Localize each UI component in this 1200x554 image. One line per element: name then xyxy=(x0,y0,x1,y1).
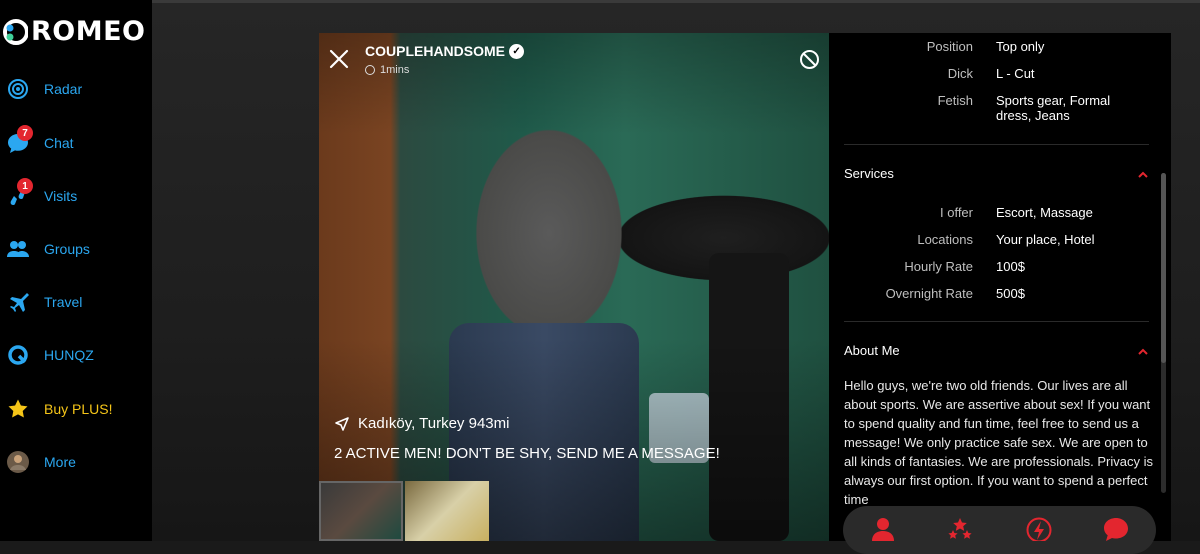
detail-key: Dick xyxy=(947,66,973,81)
detail-key: I offer xyxy=(939,205,973,220)
profile-details-panel[interactable]: Position Top only Dick L - Cut Fetish Sp… xyxy=(829,33,1171,541)
profile-username: COUPLEHANDSOME ✓ xyxy=(365,43,525,59)
sidebar-item-radar[interactable]: Radar xyxy=(0,72,152,106)
message-icon[interactable] xyxy=(1102,516,1130,541)
romeo-logo-icon xyxy=(3,18,28,45)
sidebar-item-hunqz[interactable]: HUNQZ xyxy=(0,338,152,372)
sidebar-item-label: Travel xyxy=(44,294,83,310)
sidebar-item-travel[interactable]: Travel xyxy=(0,285,152,319)
last-seen-text: 1mins xyxy=(380,64,410,76)
username-text: COUPLEHANDSOME xyxy=(365,43,506,59)
location-arrow-icon xyxy=(335,416,349,431)
about-text: Hello guys, we're two old friends. Our l… xyxy=(844,378,1154,507)
top-edge xyxy=(152,0,1200,3)
profile-photo[interactable] xyxy=(319,33,829,541)
scrollbar-thumb[interactable] xyxy=(1161,173,1166,363)
detail-value: Top only xyxy=(996,39,1045,54)
detail-value: L - Cut xyxy=(996,66,1035,81)
detail-key: Fetish xyxy=(937,93,973,108)
detail-value: 500$ xyxy=(996,286,1025,301)
profile-headline: 2 ACTIVE MEN! DON'T BE SHY, SEND ME A ME… xyxy=(334,445,720,462)
detail-value: Sports gear, Formal dress, Jeans xyxy=(996,93,1111,123)
photo-gradient xyxy=(319,33,829,541)
sidebar-item-label: Radar xyxy=(44,81,83,97)
profile-location: Kadıköy, Turkey 943mi xyxy=(334,415,509,432)
detail-value: 100$ xyxy=(996,259,1025,274)
photo-thumbnail[interactable] xyxy=(319,481,403,541)
app-name: ROMEO xyxy=(31,16,146,47)
star-icon xyxy=(6,397,30,421)
chevron-up-icon[interactable] xyxy=(1137,169,1149,181)
location-text: Kadıköy, Turkey 943mi xyxy=(358,415,510,432)
sidebar-item-chat[interactable]: 7 Chat xyxy=(0,125,152,160)
sidebar-item-label: More xyxy=(44,454,76,470)
detail-value: Your place, Hotel xyxy=(996,232,1095,247)
sidebar: ROMEO Radar 7 Chat 1 Visits Groups Trave… xyxy=(0,0,152,541)
plane-icon xyxy=(6,290,30,314)
visits-badge: 1 xyxy=(17,178,33,194)
sidebar-item-label: Buy PLUS! xyxy=(44,401,113,417)
verified-icon: ✓ xyxy=(509,43,525,59)
detail-value: Escort, Massage xyxy=(996,205,1093,220)
hunqz-icon xyxy=(6,343,30,367)
chat-icon: 7 xyxy=(6,125,33,155)
radar-icon xyxy=(6,77,30,101)
clock-icon xyxy=(365,65,375,75)
detail-key: Hourly Rate xyxy=(904,259,973,274)
sidebar-item-label: Groups xyxy=(44,241,90,257)
sidebar-item-label: Visits xyxy=(44,188,78,204)
detail-key: Locations xyxy=(917,232,973,247)
about-section-title: About Me xyxy=(844,343,900,358)
chevron-up-icon[interactable] xyxy=(1137,346,1149,358)
groups-icon xyxy=(6,237,30,261)
block-icon[interactable] xyxy=(799,49,820,70)
detail-key: Position xyxy=(926,39,973,54)
sidebar-item-groups[interactable]: Groups xyxy=(0,232,152,266)
services-section-title: Services xyxy=(844,166,894,181)
close-icon[interactable] xyxy=(328,48,350,70)
profile-icon[interactable] xyxy=(869,516,897,541)
detail-key: Overnight Rate xyxy=(885,286,973,301)
stars-icon[interactable] xyxy=(946,516,974,541)
sidebar-item-buy-plus[interactable]: Buy PLUS! xyxy=(0,392,152,426)
divider xyxy=(844,321,1149,322)
romeo-logo[interactable]: ROMEO xyxy=(2,16,146,47)
divider xyxy=(844,144,1149,145)
sidebar-item-visits[interactable]: 1 Visits xyxy=(0,178,152,213)
visits-icon: 1 xyxy=(6,178,33,208)
lightning-icon[interactable] xyxy=(1025,516,1053,541)
photo-thumbnail[interactable] xyxy=(405,481,489,541)
sidebar-item-label: HUNQZ xyxy=(44,347,94,363)
sidebar-item-more[interactable]: More xyxy=(0,445,152,479)
last-seen: 1mins xyxy=(365,64,409,76)
sidebar-item-label: Chat xyxy=(44,135,74,151)
avatar-icon xyxy=(6,450,30,474)
chat-badge: 7 xyxy=(17,125,33,141)
